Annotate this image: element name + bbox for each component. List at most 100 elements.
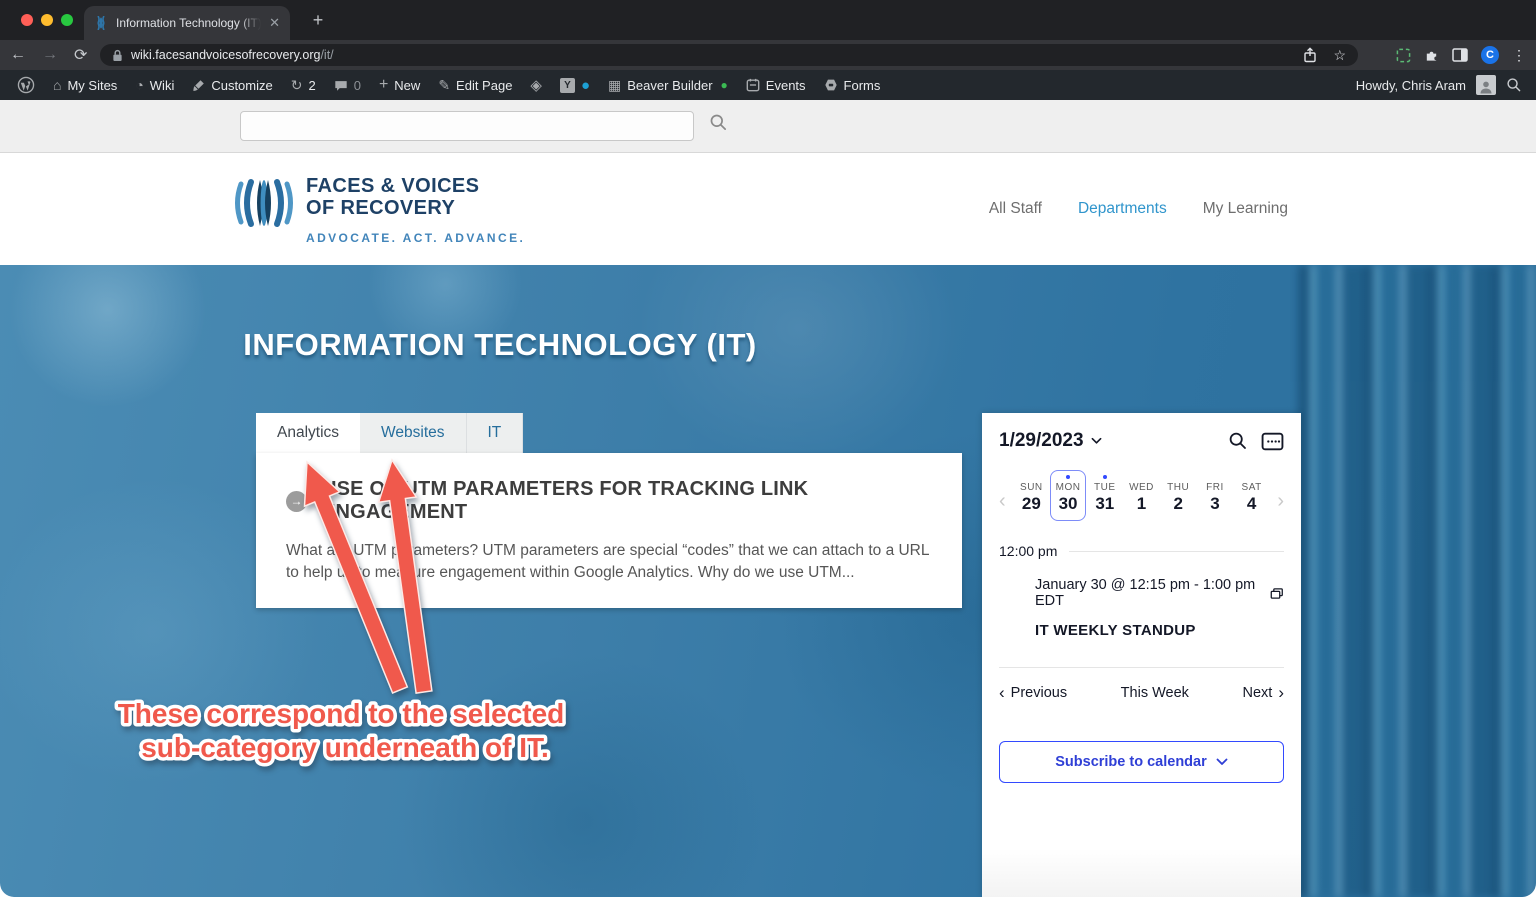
nav-item-all-staff[interactable]: All Staff [989,200,1042,218]
my-sites-menu[interactable]: ⌂My Sites [44,70,126,100]
lock-icon [112,49,123,62]
favicon [94,16,108,30]
url-host: wiki.facesandvoicesofrecovery.org [131,48,320,62]
address-bar[interactable]: wiki.facesandvoicesofrecovery.org/it/ ☆ [100,44,1358,66]
hero-section: INFORMATION TECHNOLOGY (IT) Analytics We… [0,265,1536,897]
new-content-menu[interactable]: +New [370,70,429,100]
subscribe-to-calendar-button[interactable]: Subscribe to calendar [999,741,1284,783]
yoast-icon: Y [560,78,575,93]
logo-line1: FACES & VOICES [306,175,525,197]
calendar-date-picker[interactable]: 1/29/2023 [999,430,1102,452]
article-title[interactable]: USE OF UTM PARAMETERS FOR TRACKING LINK … [322,478,932,524]
user-avatar[interactable] [1476,75,1496,95]
day-thu-2[interactable]: THU2 [1160,470,1197,521]
nav-item-departments[interactable]: Departments [1078,200,1167,218]
share-icon[interactable] [1303,47,1317,63]
logo-tagline: ADVOCATE. ACT. ADVANCE. [306,231,525,245]
previous-week-button[interactable]: ‹Previous [999,683,1067,703]
new-tab-button[interactable]: + [306,8,330,32]
event-time-label: 12:00 pm [999,543,1057,559]
calendar-icon [746,78,760,92]
previous-week-chevron[interactable]: ‹ [999,491,1013,521]
article-card: → USE OF UTM PARAMETERS FOR TRACKING LIN… [256,453,962,608]
bookshelf-background [1298,265,1536,897]
calendar-search-icon[interactable] [1228,431,1248,451]
day-sun-29[interactable]: SUN29 [1013,470,1050,521]
day-fri-3[interactable]: FRI3 [1197,470,1234,521]
howdy-account-menu[interactable]: Howdy, Chris Aram [1356,78,1466,93]
calendar-divider [999,667,1284,668]
forms-menu[interactable]: Forms [815,70,890,100]
chevron-down-icon [1216,758,1228,766]
screen-capture-extension-icon[interactable] [1396,48,1411,63]
window-controls [21,14,73,26]
this-week-button[interactable]: This Week [1067,685,1242,701]
event-item[interactable]: January 30 @ 12:15 pm - 1:00 pm EDT IT W… [1035,577,1284,639]
plus-icon: + [379,76,388,94]
extensions-puzzle-icon[interactable] [1424,48,1439,63]
week-strip: ‹ SUN29 MON30 TUE31 WED1 THU2 FRI3 SAT4 … [999,470,1284,521]
customize-menu[interactable]: Customize [183,70,281,100]
forward-icon[interactable]: → [42,46,58,64]
event-datetime: January 30 @ 12:15 pm - 1:00 pm EDT [1035,577,1263,609]
calendar-view-selector-icon[interactable] [1261,432,1284,451]
next-week-button[interactable]: Next› [1243,683,1285,703]
subcategory-tabs: Analytics Websites IT [256,413,523,453]
browser-toolbar: ← → ⟳ wiki.facesandvoicesofrecovery.org/… [0,40,1536,70]
tab-close-icon[interactable]: ✕ [269,15,280,31]
beaver-builder-menu[interactable]: ▦Beaver Builder● [599,70,737,100]
reload-icon[interactable]: ⟳ [74,45,87,65]
day-tue-31[interactable]: TUE31 [1086,470,1123,521]
browser-tab[interactable]: Information Technology (IT) - V ✕ [84,6,290,40]
minimize-window-button[interactable] [41,14,53,26]
yoast-status-dot: ● [581,77,590,94]
site-search-band [0,100,1536,153]
tab-it[interactable]: IT [467,413,524,453]
site-search-input[interactable] [240,111,694,141]
primary-nav: All Staff Departments My Learning [989,200,1288,218]
browser-profile-avatar[interactable]: C [1481,46,1499,64]
beaver-status-dot: ● [721,78,728,92]
grid-icon: ▦ [608,77,621,94]
expand-arrow-icon[interactable]: → [286,491,307,512]
edit-page-menu[interactable]: ✎Edit Page [429,70,521,100]
next-week-chevron[interactable]: › [1270,491,1284,521]
admin-search-icon[interactable] [1506,77,1522,93]
event-dot [1066,475,1070,479]
updates-menu[interactable]: ↻2 [282,70,325,100]
browser-tabstrip: Information Technology (IT) - V ✕ + [0,0,1536,40]
tab-title: Information Technology (IT) - V [116,16,261,30]
tab-websites[interactable]: Websites [360,413,466,453]
events-menu[interactable]: Events [737,70,815,100]
plugin-diamond-menu[interactable]: ◈ [521,70,551,100]
tab-analytics[interactable]: Analytics [256,413,360,453]
event-title[interactable]: IT WEEKLY STANDUP [1035,622,1284,639]
close-window-button[interactable] [21,14,33,26]
wp-admin-bar: ⌂My Sites ◔Wiki Customize ↻2 0 +New ✎Edi… [0,70,1536,100]
event-dot [1103,475,1107,479]
comment-bubble-icon [334,79,348,92]
day-sat-4[interactable]: SAT4 [1233,470,1270,521]
wiki-site-menu[interactable]: ◔Wiki [126,70,183,100]
back-icon[interactable]: ← [10,46,26,64]
wordpress-icon [17,76,35,94]
nav-item-my-learning[interactable]: My Learning [1203,200,1288,218]
screenshot-root: Information Technology (IT) - V ✕ + ← → … [0,0,1536,900]
bookmark-star-icon[interactable]: ☆ [1333,47,1346,64]
comments-menu[interactable]: 0 [325,70,370,100]
day-mon-30[interactable]: MON30 [1050,470,1087,521]
wp-logo-menu[interactable] [8,70,44,100]
day-wed-1[interactable]: WED1 [1123,470,1160,521]
logo-line2: OF RECOVERY [306,197,525,219]
site-logo[interactable]: FACES & VOICES OF RECOVERY ADVOCATE. ACT… [233,175,525,245]
browser-menu-icon[interactable]: ⋮ [1512,47,1526,64]
yoast-seo-menu[interactable]: Y● [551,70,599,100]
side-panel-icon[interactable] [1452,48,1468,62]
zoom-window-button[interactable] [61,14,73,26]
site-header: FACES & VOICES OF RECOVERY ADVOCATE. ACT… [0,153,1536,265]
my-sites-icon: ⌂ [53,77,61,93]
site-search-submit-icon[interactable] [709,113,728,132]
url-path: /it/ [320,48,333,62]
time-divider [1069,551,1284,552]
forms-hexagon-icon [824,78,838,92]
